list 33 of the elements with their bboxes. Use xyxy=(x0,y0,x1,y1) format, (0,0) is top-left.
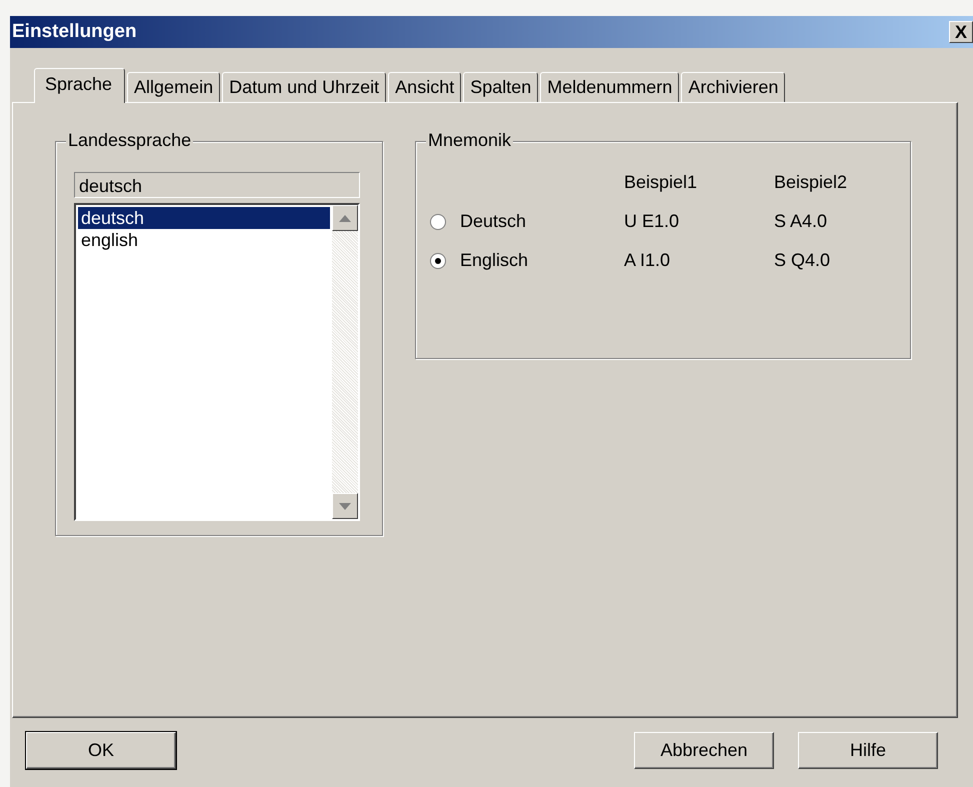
example-text: U E1.0 xyxy=(624,211,680,232)
tab[interactable]: Allgemein xyxy=(127,72,220,102)
radio-button[interactable] xyxy=(430,214,446,230)
scroll-up-button[interactable] xyxy=(332,205,358,231)
list-item[interactable]: deutsch xyxy=(78,207,330,229)
example-text: S Q4.0 xyxy=(774,250,832,271)
example-text: S A4.0 xyxy=(774,211,828,232)
radio-option[interactable]: Deutsch xyxy=(430,211,624,232)
column-header: Beispiel2 xyxy=(774,172,848,193)
example-text: A I1.0 xyxy=(624,250,672,271)
column-header: Beispiel1 xyxy=(624,172,698,193)
group-label: Landessprache xyxy=(66,130,194,151)
tab[interactable]: Spalten xyxy=(463,72,538,102)
up-arrow-icon xyxy=(339,214,351,222)
scrollbar[interactable] xyxy=(332,205,358,519)
radio-button[interactable] xyxy=(430,252,446,268)
radio-option[interactable]: Englisch xyxy=(430,250,624,271)
tab[interactable]: Ansicht xyxy=(388,72,462,102)
window-title: Einstellungen xyxy=(12,21,138,43)
tab[interactable]: Meldenummern xyxy=(540,72,680,102)
dialog-button[interactable]: Abbrechen xyxy=(634,732,774,769)
current-value-field[interactable]: deutsch xyxy=(74,172,360,198)
dialog-button[interactable]: Hilfe xyxy=(798,732,938,769)
radio-label: Englisch xyxy=(460,250,528,271)
dialog-button[interactable]: OK xyxy=(26,732,176,769)
scroll-down-button[interactable] xyxy=(332,493,358,519)
down-arrow-icon xyxy=(339,502,351,510)
tab[interactable]: Datum und Uhrzeit xyxy=(222,72,386,102)
tab[interactable]: Sprache xyxy=(34,68,126,103)
close-button[interactable]: X xyxy=(949,21,973,43)
radio-label: Deutsch xyxy=(460,211,526,232)
list-item[interactable]: english xyxy=(78,229,330,251)
tab[interactable]: Archivieren xyxy=(681,72,786,102)
